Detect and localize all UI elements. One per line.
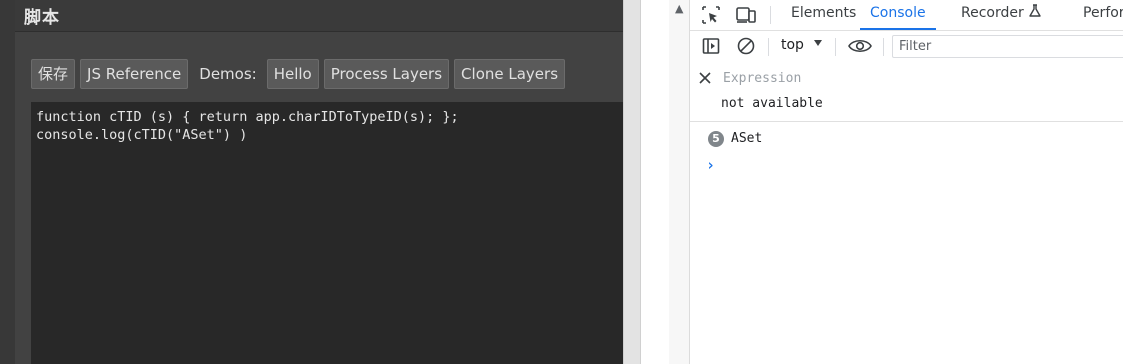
console-message[interactable]: 5 ASet	[690, 128, 1123, 150]
clear-console-icon[interactable]	[734, 34, 758, 58]
filter-input[interactable]	[892, 35, 1123, 58]
context-dropdown-caret-icon[interactable]	[814, 40, 822, 46]
context-selector[interactable]: top	[781, 37, 804, 53]
toolbar-separator	[768, 38, 769, 56]
close-icon[interactable]	[697, 70, 713, 86]
devtools-panel: Elements Console Recorder Perfor top Fil…	[690, 0, 1123, 364]
toolbar-separator	[835, 38, 836, 56]
repeat-count-badge: 5	[708, 131, 724, 147]
tab-recorder[interactable]: Recorder	[961, 0, 1042, 30]
script-toolbar: 保存 JS Reference Demos: Hello Process Lay…	[31, 58, 570, 90]
demo-process-layers-button[interactable]: Process Layers	[323, 59, 450, 89]
demos-label: Demos:	[199, 65, 257, 83]
tab-performance[interactable]: Perfor	[1083, 0, 1123, 30]
demo-hello-button[interactable]: Hello	[266, 59, 319, 89]
expression-input[interactable]: Expression	[723, 71, 801, 86]
devtools-gutter: ▲	[669, 0, 690, 364]
toolbar-separator	[883, 38, 884, 56]
expression-result: not available	[721, 96, 823, 111]
blank-area	[641, 0, 669, 364]
code-text[interactable]: function cTID (s) { return app.charIDToT…	[36, 108, 618, 144]
eye-icon[interactable]	[846, 34, 874, 58]
tabbar-separator	[770, 6, 771, 24]
tab-elements[interactable]: Elements	[791, 0, 856, 30]
tab-recorder-label: Recorder	[961, 5, 1024, 21]
panel-edge	[0, 0, 15, 364]
code-editor[interactable]: function cTID (s) { return app.charIDToT…	[31, 102, 623, 364]
flask-icon	[1029, 4, 1041, 17]
devtools-tabbar: Elements Console Recorder Perfor	[690, 0, 1123, 31]
tab-console[interactable]: Console	[860, 0, 936, 30]
console-message-text[interactable]: ASet	[731, 131, 762, 146]
script-panel-title: 脚本	[24, 8, 60, 28]
sidebar-toggle-icon[interactable]	[699, 34, 723, 58]
js-reference-button[interactable]: JS Reference	[80, 59, 189, 89]
live-expression: Expression not available	[690, 62, 1123, 122]
scroll-up-arrow-icon[interactable]: ▲	[675, 2, 683, 15]
splitter[interactable]	[623, 0, 641, 364]
console-prompt-chevron-icon[interactable]: ›	[706, 156, 715, 174]
save-button[interactable]: 保存	[31, 59, 76, 89]
console-toolbar: top	[690, 31, 1123, 63]
inspect-icon[interactable]	[699, 3, 723, 27]
demo-clone-layers-button[interactable]: Clone Layers	[454, 59, 566, 89]
script-panel-header: 脚本	[15, 0, 623, 32]
device-toolbar-icon[interactable]	[734, 3, 758, 27]
script-panel: 脚本 保存 JS Reference Demos: Hello Process …	[0, 0, 623, 364]
